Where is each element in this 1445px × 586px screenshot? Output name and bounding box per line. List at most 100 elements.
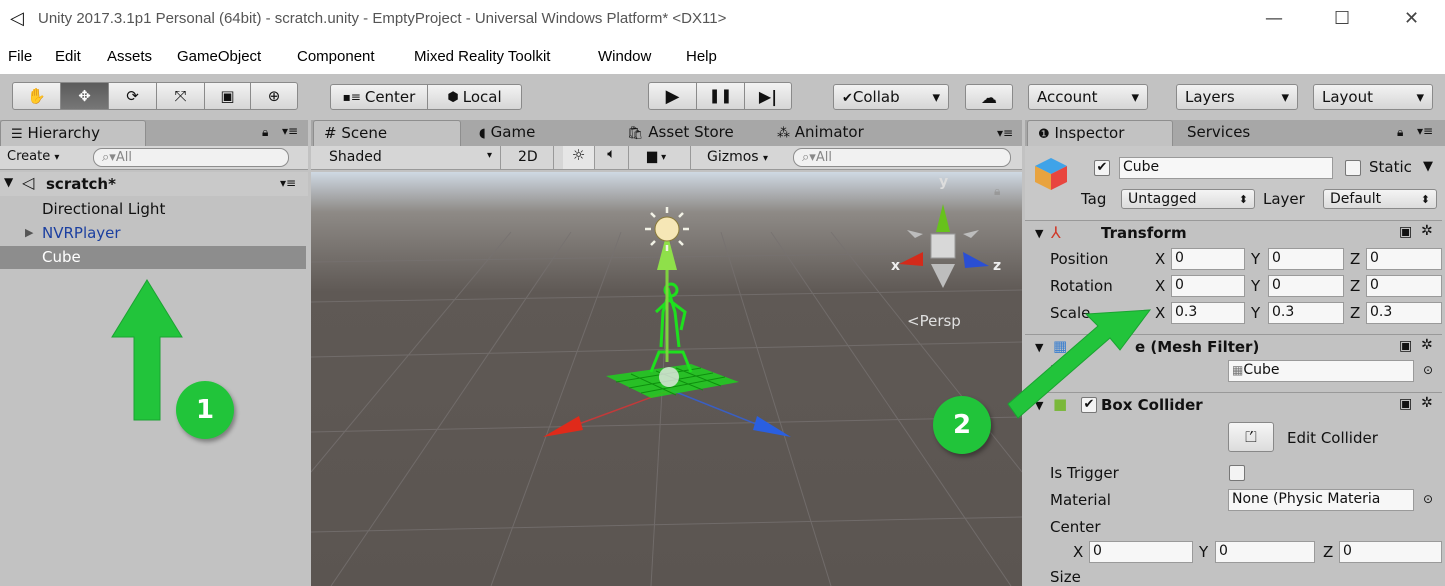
rect-tool-button[interactable]: ▣ <box>205 83 251 109</box>
gizmos-dropdown[interactable]: Gizmos ▾ <box>701 146 785 169</box>
scene-menu-icon[interactable]: ▾≡ <box>280 176 296 190</box>
tab-inspector[interactable]: ❶ Inspector <box>1027 120 1173 146</box>
scale-z-field[interactable]: 0.3 <box>1366 302 1442 324</box>
create-dropdown[interactable]: Create ▾ <box>7 149 59 164</box>
position-x-field[interactable]: 0 <box>1171 248 1245 270</box>
collab-dropdown[interactable]: ✔Collab ▾ <box>833 84 949 110</box>
hierarchy-search-input[interactable]: ⌕▾All <box>93 148 289 167</box>
layout-dropdown[interactable]: Layout ▾ <box>1313 84 1433 110</box>
pivot-center-button[interactable]: ▪≡ Center <box>331 85 428 109</box>
gear-icon[interactable]: ✲ <box>1421 395 1433 411</box>
scene-root-row[interactable]: ▼ ◁ scratch* ▾≡ <box>0 172 308 196</box>
panel-menu-icon[interactable]: ▾≡ <box>1417 124 1433 138</box>
menu-assets[interactable]: Assets <box>107 48 152 65</box>
hand-icon: ✋ <box>27 87 46 105</box>
rotation-z-field[interactable]: 0 <box>1366 275 1442 297</box>
menu-window[interactable]: Window <box>598 48 651 65</box>
step-button[interactable]: ▶| <box>745 83 791 109</box>
menu-component[interactable]: Component <box>297 48 375 65</box>
menu-mixed-reality-toolkit[interactable]: Mixed Reality Toolkit <box>414 48 550 65</box>
gear-icon[interactable]: ✲ <box>1421 337 1433 353</box>
mesh-field[interactable]: ▦Cube <box>1228 360 1414 382</box>
rotation-y-field[interactable]: 0 <box>1268 275 1344 297</box>
layer-dropdown[interactable]: Default ⬍ <box>1323 189 1437 209</box>
pivot-local-button[interactable]: ⬢ Local <box>428 85 521 109</box>
hierarchy-item[interactable]: Directional Light <box>0 198 308 222</box>
cloud-button[interactable]: ☁ <box>965 84 1013 110</box>
tab-animator[interactable]: ⁂ Animator <box>767 120 874 146</box>
maximize-button[interactable]: ☐ <box>1334 8 1350 29</box>
object-picker-icon[interactable]: ⊙ <box>1423 363 1433 377</box>
help-icon[interactable]: ▣ <box>1399 338 1412 354</box>
shading-dropdown[interactable]: Shaded ▾ <box>311 146 501 169</box>
foldout-arrow-icon[interactable]: ▼ <box>1035 227 1043 240</box>
active-checkbox[interactable]: ✔ <box>1094 160 1110 176</box>
menu-gameobject[interactable]: GameObject <box>177 48 261 65</box>
edit-collider-button[interactable]: ⏍ <box>1228 422 1274 452</box>
chevron-down-icon[interactable]: ▼ <box>1423 159 1433 174</box>
close-button[interactable]: ✕ <box>1404 8 1419 29</box>
scale-tool-button[interactable]: ⤧ <box>157 83 205 109</box>
hand-tool-button[interactable]: ✋ <box>13 83 61 109</box>
tag-dropdown[interactable]: Untagged ⬍ <box>1121 189 1255 209</box>
lock-icon[interactable]: 🔒︎ <box>1397 125 1403 140</box>
hierarchy-item-selected[interactable]: Cube <box>0 246 306 269</box>
menu-help[interactable]: Help <box>686 48 717 65</box>
panel-menu-icon[interactable]: ▾≡ <box>997 126 1013 140</box>
annotation-badge-1: 1 <box>176 381 234 439</box>
hierarchy-item[interactable]: ▶ NVRPlayer <box>0 222 308 246</box>
play-button[interactable]: ▶ <box>649 83 697 109</box>
axis-y-label: Y <box>1251 304 1261 322</box>
lock-icon[interactable]: 🔒︎ <box>262 125 268 140</box>
tab-asset-store[interactable]: 🛍︎ Asset Store <box>617 120 744 146</box>
scene-subbar: Shaded ▾ 2D ☼ 🔈︎ ▆ ▾ Gizmos ▾ ⌕▾All <box>311 146 1022 170</box>
lock-icon[interactable]: 🔒︎ <box>994 184 1000 199</box>
menu-file[interactable]: File <box>8 48 32 65</box>
layers-dropdown[interactable]: Layers ▾ <box>1176 84 1298 110</box>
z-axis-arrow[interactable] <box>753 416 791 437</box>
orientation-gizmo[interactable] <box>899 204 989 288</box>
center-z-field[interactable]: 0 <box>1339 541 1442 563</box>
rotate-tool-button[interactable]: ⟳ <box>109 83 157 109</box>
rotation-x-field[interactable]: 0 <box>1171 275 1245 297</box>
scene-search-input[interactable]: ⌕▾All <box>793 148 1011 167</box>
lighting-toggle[interactable]: ☼ <box>563 146 595 169</box>
position-z-field[interactable]: 0 <box>1366 248 1442 270</box>
audio-toggle[interactable]: 🔈︎ <box>595 146 629 169</box>
help-icon[interactable]: ▣ <box>1399 224 1412 240</box>
transform-header[interactable]: ▼ ⅄ Transform ▣ ✲ <box>1025 220 1442 246</box>
scene-viewport[interactable]: y x z 🔒︎ <Persp <box>311 172 1022 586</box>
tab-game[interactable]: ◖ Game <box>469 120 545 146</box>
tab-services[interactable]: Services <box>1177 120 1260 146</box>
pause-button[interactable]: ❚❚ <box>697 83 745 109</box>
minimize-button[interactable]: — <box>1265 8 1283 29</box>
gear-icon[interactable]: ✲ <box>1421 223 1433 239</box>
effects-dropdown[interactable]: ▆ ▾ <box>641 146 691 169</box>
rect-icon: ▣ <box>220 87 235 105</box>
is-trigger-checkbox[interactable] <box>1229 465 1245 481</box>
scale-y-field[interactable]: 0.3 <box>1268 302 1344 324</box>
account-dropdown[interactable]: Account ▾ <box>1028 84 1148 110</box>
expand-arrow-icon[interactable]: ▼ <box>4 175 13 189</box>
transform-tool-button[interactable]: ⊕ <box>251 83 297 109</box>
help-icon[interactable]: ▣ <box>1399 396 1412 412</box>
tab-scene[interactable]: # Scene <box>313 120 461 146</box>
image-icon: ▆ <box>647 149 657 164</box>
move-tool-button[interactable]: ✥ <box>61 83 109 109</box>
projection-toggle[interactable]: <Persp <box>907 312 961 330</box>
panel-menu-icon[interactable]: ▾≡ <box>282 124 298 138</box>
position-y-field[interactable]: 0 <box>1268 248 1344 270</box>
scale-x-field[interactable]: 0.3 <box>1171 302 1245 324</box>
static-checkbox[interactable] <box>1345 160 1361 176</box>
tag-label: Tag <box>1081 190 1107 208</box>
expand-arrow-icon[interactable]: ▶ <box>25 226 33 239</box>
center-x-field[interactable]: 0 <box>1089 541 1193 563</box>
menu-edit[interactable]: Edit <box>55 48 81 65</box>
axis-z-label: Z <box>1350 304 1361 322</box>
material-field[interactable]: None (Physic Materia <box>1228 489 1414 511</box>
center-y-field[interactable]: 0 <box>1215 541 1315 563</box>
object-name-field[interactable]: Cube <box>1119 157 1333 179</box>
tab-hierarchy[interactable]: ☰ Hierarchy <box>0 120 146 146</box>
object-picker-icon[interactable]: ⊙ <box>1423 492 1433 506</box>
mode-2d-toggle[interactable]: 2D <box>512 146 554 169</box>
